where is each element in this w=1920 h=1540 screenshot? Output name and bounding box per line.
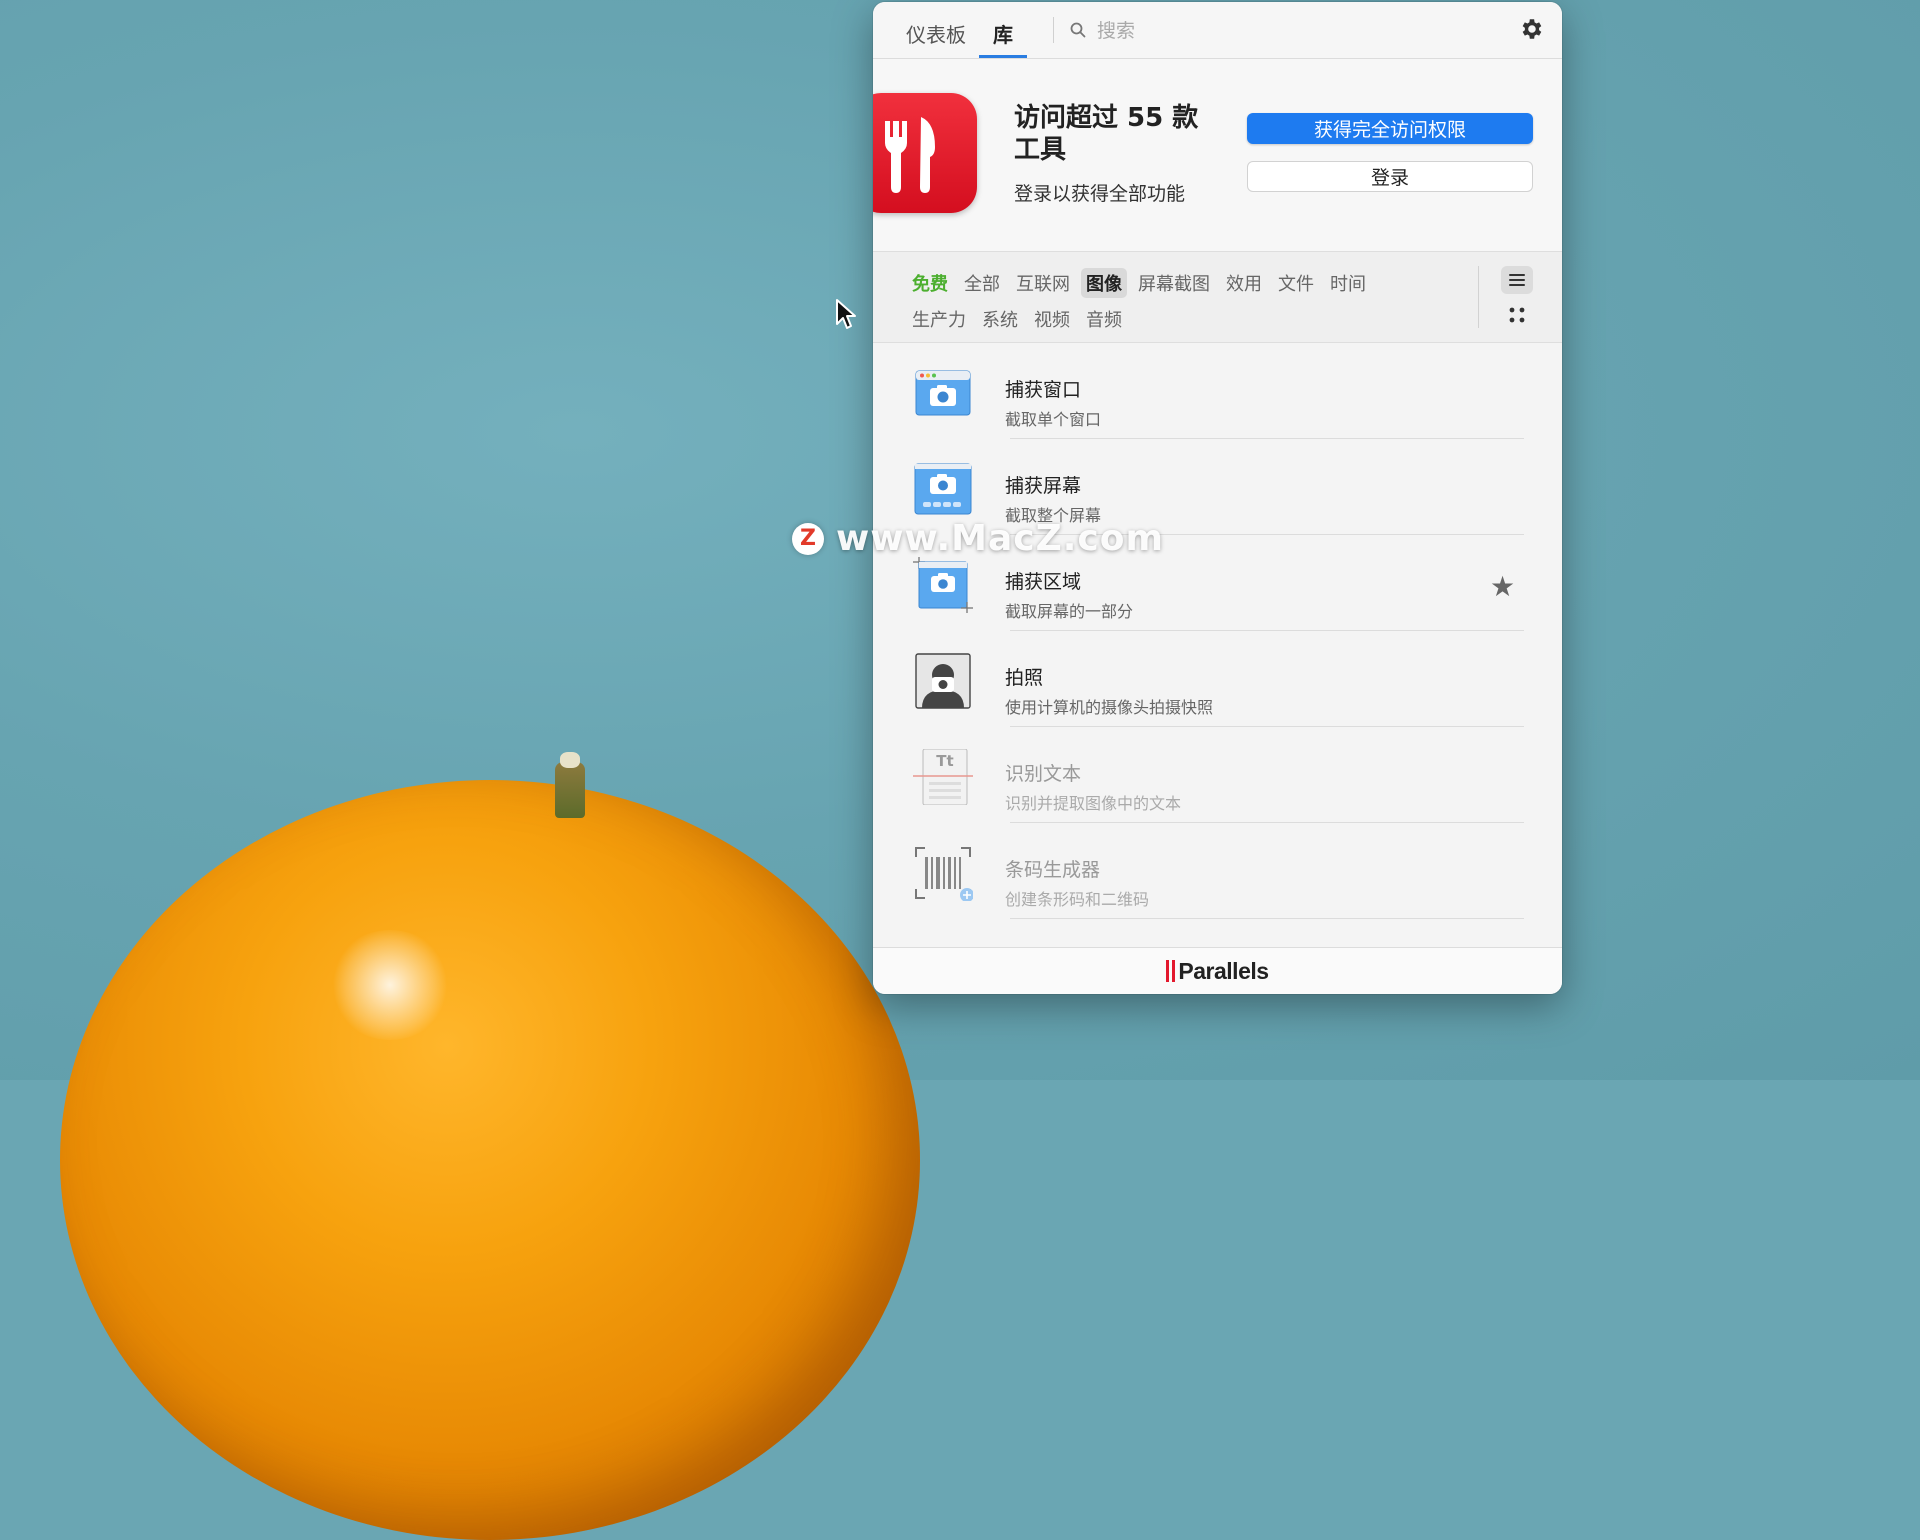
tool-description: 截取单个窗口 <box>1005 410 1102 429</box>
category-time[interactable]: 时间 <box>1325 268 1371 298</box>
category-productivity[interactable]: 生产力 <box>907 304 971 334</box>
tool-title: 捕获区域 <box>1005 571 1082 593</box>
divider <box>1010 918 1524 919</box>
capture-screen-icon <box>913 461 973 517</box>
category-image[interactable]: 图像 <box>1081 268 1127 298</box>
tool-title: 识别文本 <box>1005 763 1082 785</box>
search-input[interactable] <box>1095 16 1399 46</box>
tab-library[interactable]: 库 <box>993 19 1013 48</box>
category-row: 免费 全部 互联网 图像 屏幕截图 效用 文件 时间 <box>907 268 1371 298</box>
search-icon <box>1070 22 1086 42</box>
tool-recognize-text[interactable]: Tt 识别文本 识别并提取图像中的文本 <box>873 727 1562 823</box>
tool-description: 使用计算机的摄像头拍摄快照 <box>1005 698 1214 717</box>
recognize-text-icon: Tt <box>913 748 973 806</box>
category-internet[interactable]: 互联网 <box>1011 268 1075 298</box>
tool-title: 条码生成器 <box>1005 859 1101 881</box>
tool-description: 识别并提取图像中的文本 <box>1005 794 1182 813</box>
category-files[interactable]: 文件 <box>1273 268 1319 298</box>
tab-dashboard[interactable]: 仪表板 <box>906 19 966 48</box>
brand-name: Parallels <box>1178 957 1269 984</box>
promo-subtitle: 登录以获得全部功能 <box>1014 183 1186 205</box>
svg-text:Tt: Tt <box>936 752 953 770</box>
upgrade-banner: 访问超过 55 款工具 登录以获得全部功能 获得完全访问权限 登录 <box>873 59 1562 252</box>
gear-icon[interactable] <box>1518 16 1544 46</box>
toolbox-icon <box>873 93 977 213</box>
tool-barcode-generator[interactable]: 条码生成器 创建条形码和二维码 <box>873 823 1562 919</box>
category-video[interactable]: 视频 <box>1029 304 1075 334</box>
watermark-badge: Z <box>792 522 824 555</box>
orange-stem-tip <box>560 752 580 768</box>
category-system[interactable]: 系统 <box>977 304 1023 334</box>
watermark-text: www.MacZ.com <box>836 518 1164 559</box>
tool-title: 捕获屏幕 <box>1005 475 1082 497</box>
category-audio[interactable]: 音频 <box>1081 304 1127 334</box>
grid-view-icon[interactable] <box>1501 302 1533 328</box>
tool-title: 拍照 <box>1005 667 1044 689</box>
category-free[interactable]: 免费 <box>907 268 953 298</box>
tool-capture-window[interactable]: 捕获窗口 截取单个窗口 <box>873 343 1562 439</box>
top-bar: 仪表板 库 <box>873 2 1562 59</box>
orange-stem <box>555 762 585 818</box>
tool-description: 创建条形码和二维码 <box>1005 890 1150 909</box>
parallels-bars-icon <box>1166 960 1176 982</box>
barcode-icon <box>913 845 974 902</box>
capture-area-icon <box>913 557 973 613</box>
category-filter: 免费 全部 互联网 图像 屏幕截图 效用 文件 时间 生产力 系统 视频 音频 <box>873 252 1562 343</box>
tool-take-photo[interactable]: 拍照 使用计算机的摄像头拍摄快照 <box>873 631 1562 727</box>
favorite-star-icon[interactable]: ★ <box>1490 573 1515 601</box>
category-all[interactable]: 全部 <box>959 268 1005 298</box>
mouse-cursor-icon <box>835 298 857 334</box>
orange-highlight <box>330 930 450 1040</box>
take-photo-icon <box>913 653 973 709</box>
active-tab-indicator <box>979 55 1027 58</box>
divider <box>1478 266 1479 328</box>
tool-title: 捕获窗口 <box>1005 379 1082 401</box>
footer: Parallels <box>873 947 1562 994</box>
category-screenshot[interactable]: 屏幕截图 <box>1133 268 1215 298</box>
tool-list: 捕获窗口 截取单个窗口 捕获屏幕 截取整个屏幕 捕获区域 截取屏幕的一部分 ★ … <box>873 343 1562 949</box>
parallels-logo: Parallels <box>1166 957 1269 985</box>
tool-description: 截取屏幕的一部分 <box>1005 602 1134 621</box>
watermark: Z www.MacZ.com <box>792 518 1164 559</box>
orange-wallpaper-fruit <box>60 780 920 1540</box>
promo-title: 访问超过 55 款工具 <box>1014 103 1199 165</box>
list-view-icon[interactable] <box>1501 266 1533 294</box>
category-row: 生产力 系统 视频 音频 <box>907 304 1127 334</box>
category-utility[interactable]: 效用 <box>1221 268 1267 298</box>
divider <box>1053 17 1054 43</box>
capture-window-icon <box>913 365 973 421</box>
login-button[interactable]: 登录 <box>1247 161 1533 192</box>
toolbox-popover: 仪表板 库 访问超过 55 款工具 登录以获得全部功能 获得完全访问权限 登录 … <box>873 2 1562 994</box>
get-full-access-button[interactable]: 获得完全访问权限 <box>1247 113 1533 144</box>
